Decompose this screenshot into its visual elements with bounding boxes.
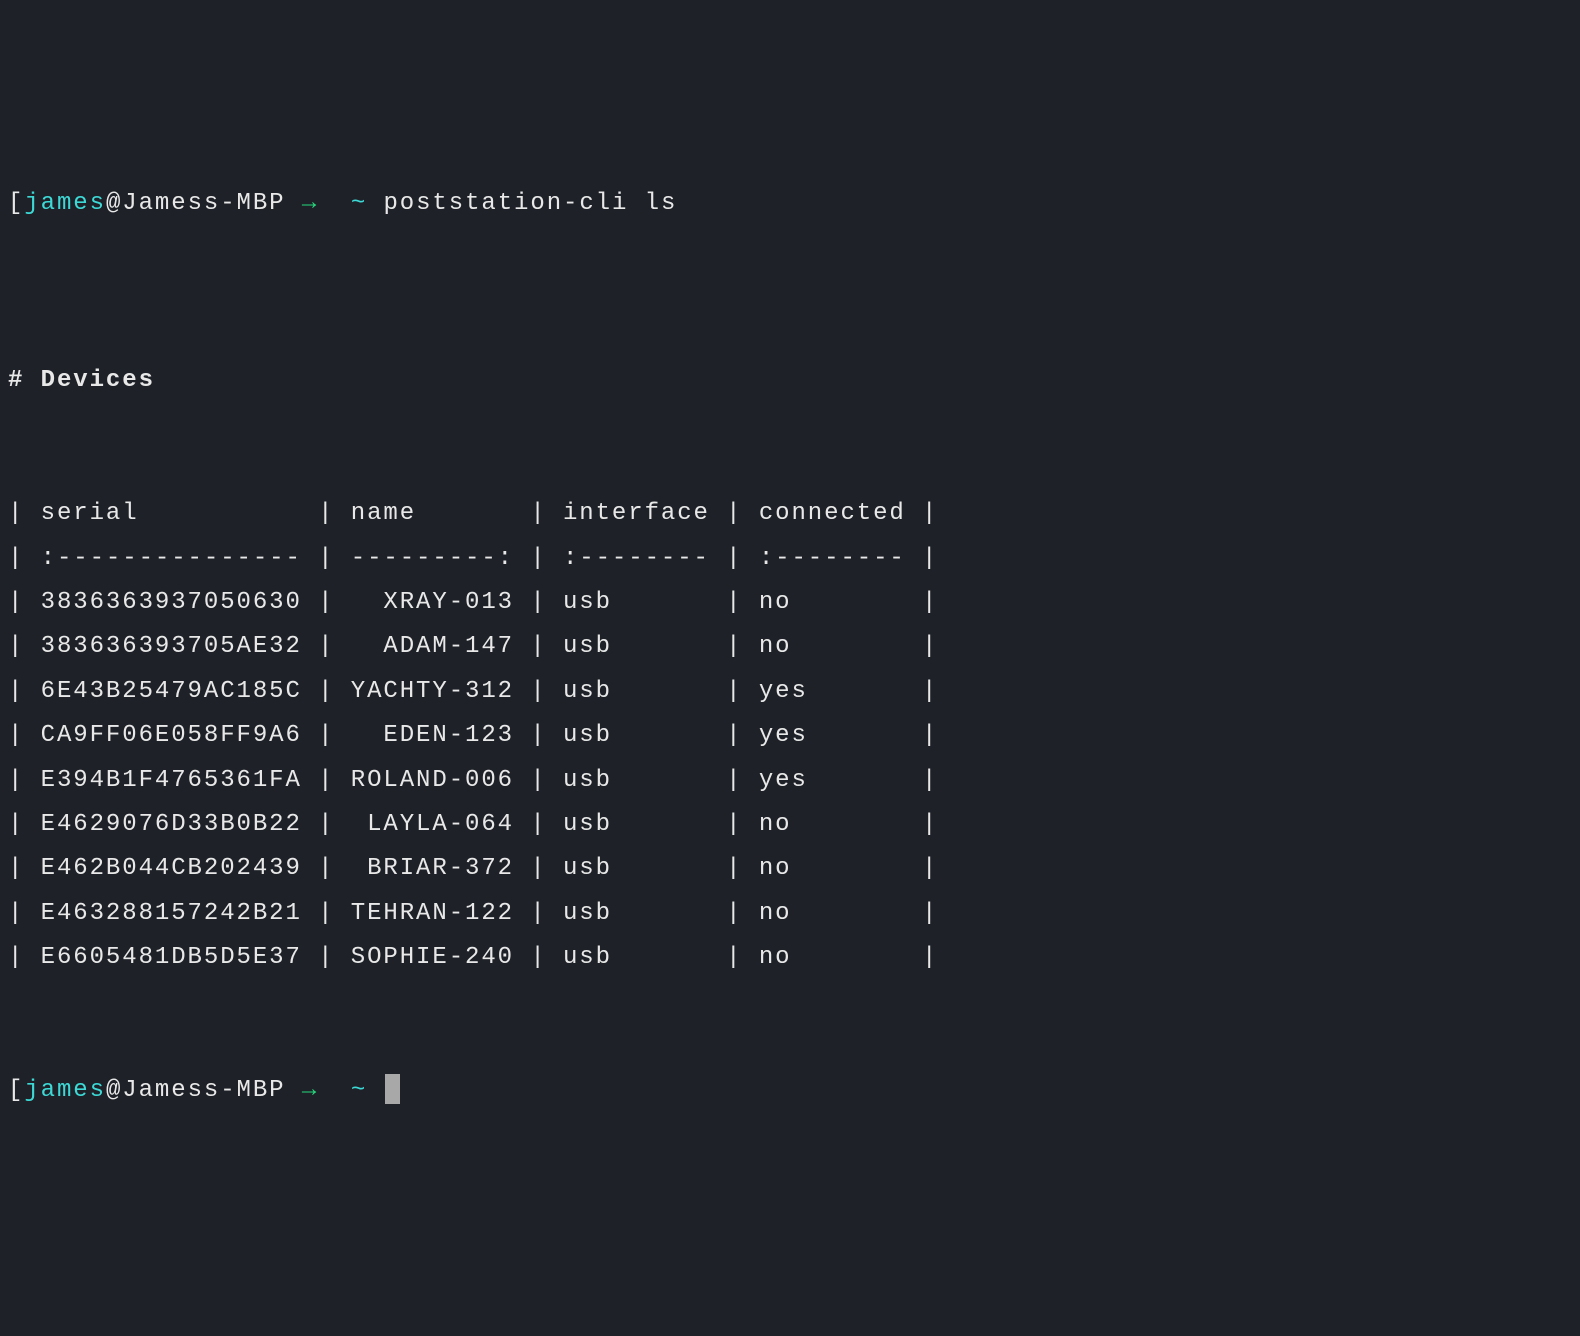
blank-line	[8, 404, 1572, 448]
table-row: | CA9FF06E058FF9A6 | EDEN-123 | usb | ye…	[8, 722, 938, 749]
blank-line	[8, 981, 1572, 1025]
table-row: | 3836363937050630 | XRAY-013 | usb | no…	[8, 589, 938, 616]
table-row: | E462B044CB202439 | BRIAR-372 | usb | n…	[8, 855, 938, 882]
prompt-arrow-icon: →	[302, 190, 318, 217]
open-bracket: [	[8, 1077, 24, 1104]
prompt-user: james	[24, 190, 106, 217]
table-header-row: | serial | name | interface | connected …	[8, 500, 938, 527]
command-text: poststation-cli ls	[383, 190, 677, 217]
table-row: | 6E43B25479AC185C | YACHTY-312 | usb | …	[8, 678, 938, 705]
table-row: | E6605481DB5D5E37 | SOPHIE-240 | usb | …	[8, 944, 938, 971]
table-row: | E4629076D33B0B22 | LAYLA-064 | usb | n…	[8, 811, 938, 838]
prompt-host: @Jamess-MBP	[106, 190, 286, 217]
table-row: | E463288157242B21 | TEHRAN-122 | usb | …	[8, 900, 938, 927]
prompt-host: @Jamess-MBP	[106, 1077, 286, 1104]
prompt-arrow-icon: →	[302, 1077, 318, 1104]
table-row: | 383636393705AE32 | ADAM-147 | usb | no…	[8, 633, 938, 660]
prompt-cwd: ~	[351, 190, 367, 217]
prompt-line-2[interactable]: [james@Jamess-MBP → ~	[8, 1069, 1572, 1113]
prompt-user: james	[24, 1077, 106, 1104]
open-bracket: [	[8, 190, 24, 217]
blank-line	[8, 270, 1572, 314]
output-heading: # Devices	[8, 367, 155, 394]
cursor-icon[interactable]	[385, 1074, 400, 1104]
prompt-line-1: [james@Jamess-MBP → ~ poststation-cli ls	[8, 182, 1572, 226]
prompt-cwd: ~	[351, 1077, 367, 1104]
table-separator-row: | :--------------- | ---------: | :-----…	[8, 545, 938, 572]
